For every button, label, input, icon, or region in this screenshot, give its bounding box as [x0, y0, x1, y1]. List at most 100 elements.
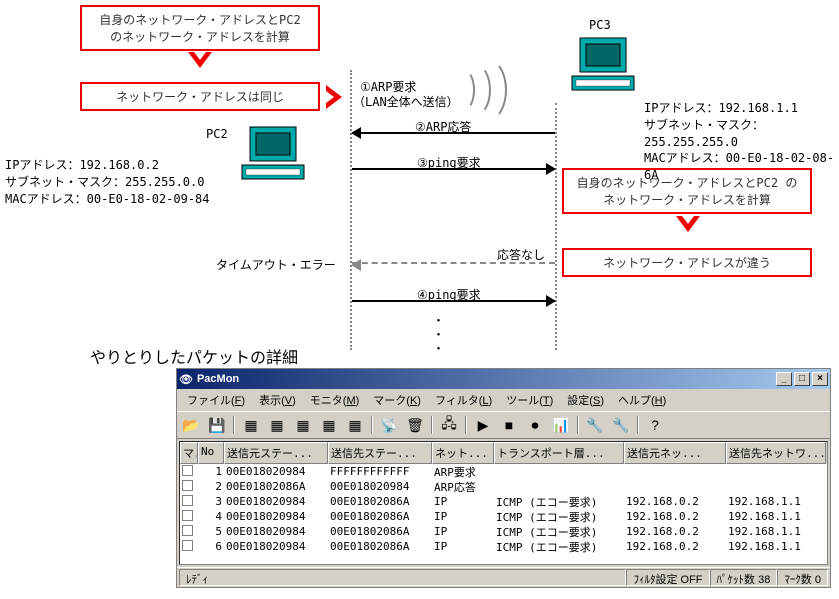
packet-grid[interactable]: マ. No 送信元ステー... 送信先ステー... ネット... トランスポート…	[179, 441, 828, 565]
status-ready: ﾚﾃﾞｨ	[179, 569, 626, 586]
table-row[interactable]: 300E01802098400E01802086AIPICMP (エコー要求)1…	[180, 494, 827, 509]
menubar: ファイル(F)表示(V)モニタ(M)マーク(K)フィルタ(L)ツール(T)設定(…	[177, 389, 830, 411]
table-row[interactable]: 100E018020984FFFFFFFFFFFFARP要求	[180, 464, 827, 479]
section-title: やりとりしたパケットの詳細	[90, 344, 298, 368]
pc3-ip: IPアドレス：192.168.1.1	[644, 100, 839, 117]
toolbar-separator	[233, 416, 235, 434]
row-src: 00E01802086A	[224, 480, 328, 493]
menu-ツール[interactable]: ツール(T)	[500, 391, 559, 409]
table-row[interactable]: 600E01802098400E01802086AIPICMP (エコー要求)1…	[180, 539, 827, 554]
maximize-button[interactable]: □	[794, 372, 810, 386]
pc3-icon	[570, 36, 640, 96]
row-dst: 00E018020984	[328, 480, 432, 493]
status-packets: ﾊﾟｹｯﾄ数 38	[710, 569, 778, 586]
row-dst: 00E01802086A	[328, 540, 432, 553]
row-checkbox[interactable]	[180, 495, 198, 509]
section-title-text: やりとりしたパケットの詳細	[90, 348, 298, 367]
col-trans[interactable]: トランスポート層...	[494, 442, 624, 464]
tool1-icon[interactable]: 🔧	[583, 414, 607, 436]
menu-モニタ[interactable]: モニタ(M)	[304, 391, 366, 409]
menu-表示[interactable]: 表示(V)	[253, 391, 302, 409]
table-row[interactable]: 500E01802098400E01802086AIPICMP (エコー要求)1…	[180, 524, 827, 539]
titlebar[interactable]: 👁 PacMon _ □ ×	[177, 369, 830, 389]
col-no[interactable]: No	[198, 442, 224, 464]
antenna-icon[interactable]: 📡	[377, 414, 401, 436]
col-dst-text: 送信先ステー...	[331, 447, 417, 460]
col-src-text: 送信元ステー...	[227, 447, 313, 460]
timeline-pc3	[555, 103, 557, 350]
row-checkbox[interactable]	[180, 480, 198, 494]
row-dst: 00E01802086A	[328, 525, 432, 538]
grid4-icon[interactable]: ▦	[317, 414, 341, 436]
status-marks-text: ﾏｰｸ数 0	[784, 574, 821, 586]
arp-req-text: ①ARP要求	[360, 80, 416, 94]
record-icon[interactable]: ⏺	[523, 414, 547, 436]
row-checkbox[interactable]	[180, 525, 198, 539]
tool2-icon[interactable]: 🔧	[609, 414, 633, 436]
ping-req2-label: ④ping要求	[417, 286, 481, 303]
col-dst[interactable]: 送信先ステー...	[328, 442, 432, 464]
play-icon[interactable]: ▶	[471, 414, 495, 436]
col-srcip-text: 送信元ネッ...	[627, 447, 702, 460]
col-src[interactable]: 送信元ステー...	[224, 442, 328, 464]
file-open-icon[interactable]: 📂	[179, 414, 203, 436]
box-calc-left: 自身のネットワーク・アドレスとPC2 のネットワーク・アドレスを計算	[80, 5, 320, 51]
row-no: 5	[198, 525, 224, 538]
row-src: 00E018020984	[224, 510, 328, 523]
menu-ヘルプ[interactable]: ヘルプ(H)	[612, 391, 672, 409]
ping-req-label: ③ping要求	[417, 154, 481, 171]
status-marks: ﾏｰｸ数 0	[777, 569, 828, 586]
pc2-mask: サブネット・マスク：255.255.0.0	[5, 174, 210, 191]
toolbar: 📂💾▦▦▦▦▦📡🗑🖧▶■⏺📊🔧🔧?	[177, 411, 830, 439]
grid2-icon[interactable]: ▦	[265, 414, 289, 436]
pc3-mask: サブネット・マスク：255.255.255.0	[644, 117, 839, 151]
toolbar-separator	[465, 416, 467, 434]
col-mark-text: マ.	[183, 447, 198, 460]
row-net: IP	[432, 510, 494, 523]
grid1-icon[interactable]: ▦	[239, 414, 263, 436]
menu-フィルタ[interactable]: フィルタ(L)	[429, 391, 498, 409]
row-dstip: 192.168.1.1	[726, 525, 826, 538]
col-dstip-text: 送信先ネットワ...	[729, 447, 826, 460]
col-dstip[interactable]: 送信先ネットワ...	[726, 442, 826, 464]
arp-res-text: ②ARP応答	[415, 120, 471, 134]
nic-icon[interactable]: 🖧	[437, 414, 461, 436]
box-same-network: ネットワーク・アドレスは同じ	[80, 82, 320, 111]
minimize-button[interactable]: _	[776, 372, 792, 386]
stop-icon[interactable]: ■	[497, 414, 521, 436]
menu-マーク[interactable]: マーク(K)	[367, 391, 427, 409]
grid5-icon[interactable]: ▦	[343, 414, 367, 436]
col-mark[interactable]: マ.	[180, 442, 198, 464]
table-row[interactable]: 400E01802098400E01802086AIPICMP (エコー要求)1…	[180, 509, 827, 524]
row-srcip: 192.168.0.2	[624, 540, 726, 553]
row-dst: FFFFFFFFFFFF	[328, 465, 432, 478]
grid-body[interactable]: 100E018020984FFFFFFFFFFFFARP要求200E018020…	[180, 464, 827, 554]
row-checkbox[interactable]	[180, 540, 198, 554]
row-checkbox[interactable]	[180, 510, 198, 524]
save-icon[interactable]: 💾	[205, 414, 229, 436]
row-net: ARP要求	[432, 464, 494, 480]
menu-設定[interactable]: 設定(S)	[561, 391, 610, 409]
timeout-label: タイムアウト・エラー	[216, 256, 336, 273]
col-trans-text: トランスポート層...	[497, 447, 605, 460]
pc3-info: IPアドレス：192.168.1.1 サブネット・マスク：255.255.255…	[644, 100, 839, 184]
grid-header[interactable]: マ. No 送信元ステー... 送信先ステー... ネット... トランスポート…	[180, 442, 827, 464]
status-filter: ﾌｨﾙﾀ設定 OFF	[626, 569, 709, 586]
bars-icon[interactable]: 📊	[549, 414, 573, 436]
close-button[interactable]: ×	[812, 372, 828, 386]
pc2-mac: MACアドレス：00-E0-18-02-09-84	[5, 191, 210, 208]
pc2-ip: IPアドレス：192.168.0.2	[5, 157, 210, 174]
menu-ファイル[interactable]: ファイル(F)	[181, 391, 251, 409]
help-icon[interactable]: ?	[643, 414, 667, 436]
col-srcip[interactable]: 送信元ネッ...	[624, 442, 726, 464]
toolbar-separator	[577, 416, 579, 434]
grid3-icon[interactable]: ▦	[291, 414, 315, 436]
row-checkbox[interactable]	[180, 465, 198, 479]
filter-icon[interactable]: 🗑	[403, 414, 427, 436]
no-res-label: 応答なし	[497, 246, 545, 263]
table-row[interactable]: 200E01802086A00E018020984ARP応答	[180, 479, 827, 494]
pc3-label: PC3	[589, 18, 611, 32]
row-no: 2	[198, 480, 224, 493]
col-net-text: ネット...	[435, 447, 488, 460]
col-net[interactable]: ネット...	[432, 442, 494, 464]
